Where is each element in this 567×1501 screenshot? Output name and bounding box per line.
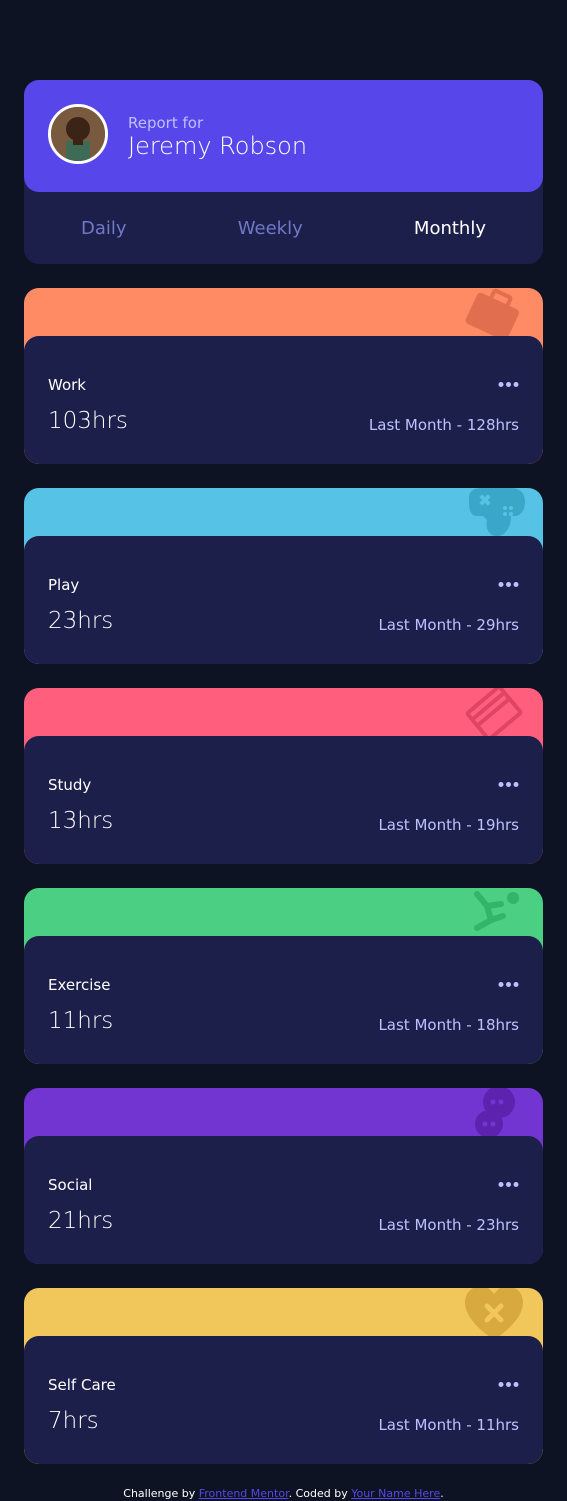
activity-title: Social bbox=[48, 1176, 93, 1194]
activity-card-work: Work 103hrs Last Month - 128hrs bbox=[24, 288, 543, 464]
profile-card: Report for Jeremy Robson Daily Weekly Mo… bbox=[24, 80, 543, 264]
author-link[interactable]: Your Name Here bbox=[351, 1487, 440, 1500]
frontend-mentor-link[interactable]: Frontend Mentor bbox=[199, 1487, 289, 1500]
activity-title: Work bbox=[48, 376, 86, 394]
ellipsis-icon[interactable] bbox=[498, 774, 519, 795]
activity-previous: Last Month - 23hrs bbox=[378, 1216, 519, 1234]
activity-previous: Last Month - 29hrs bbox=[378, 616, 519, 634]
activity-title: Study bbox=[48, 776, 92, 794]
avatar bbox=[48, 104, 108, 164]
dashboard: Report for Jeremy Robson Daily Weekly Mo… bbox=[24, 80, 543, 1464]
footer-middle: . Coded by bbox=[288, 1487, 352, 1500]
activity-previous: Last Month - 18hrs bbox=[378, 1016, 519, 1034]
profile-header: Report for Jeremy Robson bbox=[24, 80, 543, 192]
activity-card-social: Social 21hrs Last Month - 23hrs bbox=[24, 1088, 543, 1264]
ellipsis-icon[interactable] bbox=[498, 1174, 519, 1195]
activity-previous: Last Month - 11hrs bbox=[378, 1416, 519, 1434]
footer-prefix: Challenge by bbox=[123, 1487, 199, 1500]
ellipsis-icon[interactable] bbox=[498, 574, 519, 595]
activity-card-self-care: Self Care 7hrs Last Month - 11hrs bbox=[24, 1288, 543, 1464]
user-name: Jeremy Robson bbox=[128, 132, 308, 160]
tab-weekly[interactable]: Weekly bbox=[238, 218, 303, 239]
activity-card-study: Study 13hrs Last Month - 19hrs bbox=[24, 688, 543, 864]
activity-hours: 7hrs bbox=[48, 1408, 99, 1434]
activity-panel[interactable]: Study 13hrs Last Month - 19hrs bbox=[24, 736, 543, 864]
activity-card-exercise: Exercise 11hrs Last Month - 18hrs bbox=[24, 888, 543, 1064]
activity-hours: 21hrs bbox=[48, 1208, 114, 1234]
activity-panel[interactable]: Exercise 11hrs Last Month - 18hrs bbox=[24, 936, 543, 1064]
activity-previous: Last Month - 128hrs bbox=[368, 416, 519, 434]
activity-panel[interactable]: Play 23hrs Last Month - 29hrs bbox=[24, 536, 543, 664]
footer-suffix: . bbox=[440, 1487, 444, 1500]
attribution-footer: Challenge by Frontend Mentor. Coded by Y… bbox=[0, 1487, 567, 1500]
report-for-label: Report for bbox=[128, 114, 204, 132]
tab-monthly[interactable]: Monthly bbox=[414, 218, 486, 239]
activity-previous: Last Month - 19hrs bbox=[378, 816, 519, 834]
activity-panel[interactable]: Self Care 7hrs Last Month - 11hrs bbox=[24, 1336, 543, 1464]
timeframe-tabs: Daily Weekly Monthly bbox=[24, 192, 543, 264]
activity-title: Exercise bbox=[48, 976, 111, 994]
activity-hours: 103hrs bbox=[48, 408, 128, 434]
ellipsis-icon[interactable] bbox=[498, 374, 519, 395]
activity-card-play: Play 23hrs Last Month - 29hrs bbox=[24, 488, 543, 664]
ellipsis-icon[interactable] bbox=[498, 1374, 519, 1395]
activity-title: Play bbox=[48, 576, 80, 594]
activity-panel[interactable]: Work 103hrs Last Month - 128hrs bbox=[24, 336, 543, 464]
tab-daily[interactable]: Daily bbox=[81, 218, 127, 239]
activity-hours: 13hrs bbox=[48, 808, 114, 834]
activity-title: Self Care bbox=[48, 1376, 116, 1394]
activity-hours: 11hrs bbox=[48, 1008, 114, 1034]
activity-panel[interactable]: Social 21hrs Last Month - 23hrs bbox=[24, 1136, 543, 1264]
activity-hours: 23hrs bbox=[48, 608, 114, 634]
ellipsis-icon[interactable] bbox=[498, 974, 519, 995]
